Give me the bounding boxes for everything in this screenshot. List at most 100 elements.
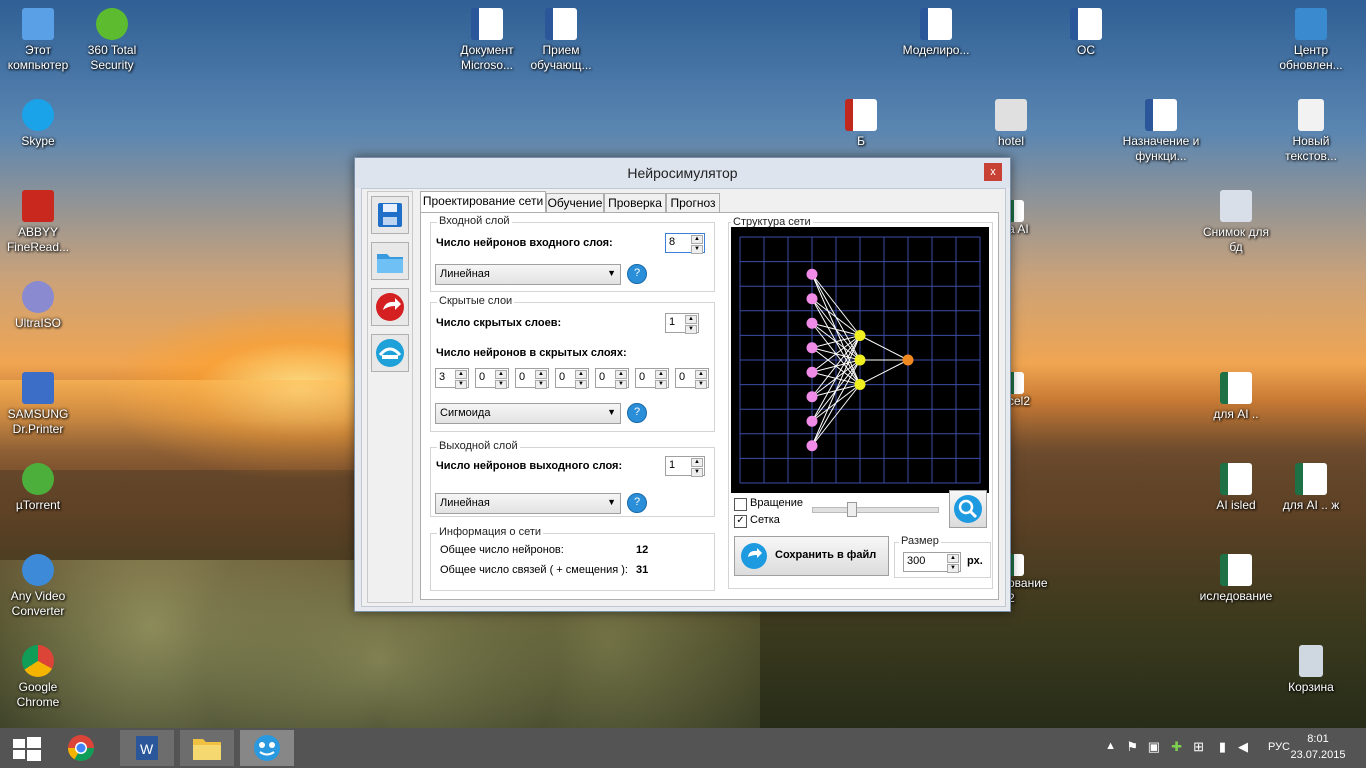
desktop-icon-text[interactable]: Новый текстов... <box>1271 99 1351 164</box>
spin-down-icon[interactable]: ▼ <box>575 380 587 389</box>
desktop-icon-update-center[interactable]: Центр обновлен... <box>1271 8 1351 73</box>
rotation-slider-track[interactable] <box>812 507 939 513</box>
hidden-layer-6-neurons-spinner[interactable]: 0 ▲ ▼ <box>635 368 669 389</box>
hidden-layer-7-neurons-spinner[interactable]: 0 ▲ ▼ <box>675 368 709 389</box>
spin-up-icon[interactable]: ▲ <box>691 235 703 244</box>
desktop-icon-partial-2[interactable]: cel2 <box>1008 372 1038 409</box>
zoom-button[interactable] <box>949 490 987 528</box>
size-spinner[interactable]: 300 ▲ ▼ <box>903 552 961 573</box>
hidden-count-spinner[interactable]: 1 ▲ ▼ <box>665 313 699 334</box>
desktop-icon-abbyy[interactable]: ABBYY FineRead... <box>0 190 78 255</box>
clock-date[interactable]: 23.07.2015 <box>1288 749 1348 761</box>
word-document-icon <box>1145 99 1177 131</box>
desktop-icon-excel4[interactable]: иследование <box>1196 554 1276 604</box>
title-bar[interactable]: Нейросимулятор x <box>355 158 1010 188</box>
desktop-icon-pdf[interactable]: Б <box>821 99 901 149</box>
desktop-icon-excel2[interactable]: AI isled <box>1196 463 1276 513</box>
spin-down-icon[interactable]: ▼ <box>655 380 667 389</box>
spin-down-icon[interactable]: ▼ <box>695 380 707 389</box>
hidden-activation-select[interactable]: Сигмоида ▼ <box>435 403 621 424</box>
input-neurons-spinner[interactable]: 8 ▲ ▼ <box>665 233 705 254</box>
desktop-icon-doc3[interactable]: Моделиро... <box>896 8 976 58</box>
volume-icon[interactable]: ◀ <box>1238 739 1248 755</box>
hidden-layer-1-neurons-spinner[interactable]: 3 ▲ ▼ <box>435 368 469 389</box>
input-activation-select[interactable]: Линейная ▼ <box>435 264 621 285</box>
hidden-activation-help-icon[interactable]: ? <box>627 403 647 423</box>
spin-up-icon[interactable]: ▲ <box>495 370 507 379</box>
spin-up-icon[interactable]: ▲ <box>655 370 667 379</box>
spin-up-icon[interactable]: ▲ <box>695 370 707 379</box>
spin-up-icon[interactable]: ▲ <box>615 370 627 379</box>
desktop-icon-this-pc[interactable]: Этот компьютер <box>0 8 78 73</box>
spin-up-icon[interactable]: ▲ <box>947 554 959 563</box>
spin-up-icon[interactable]: ▲ <box>685 315 697 324</box>
exit-toolbar-button[interactable] <box>371 288 409 326</box>
spin-up-icon[interactable]: ▲ <box>455 370 467 379</box>
spin-up-icon[interactable]: ▲ <box>535 370 547 379</box>
desktop-icon-samsung[interactable]: SAMSUNG Dr.Printer <box>0 372 78 437</box>
desktop-icon-partial-3[interactable]: ование 2 <box>1008 554 1052 606</box>
language-indicator[interactable]: РУС <box>1268 741 1290 753</box>
show-hidden-icons-icon[interactable]: ▲ <box>1105 740 1116 752</box>
taskbar-word[interactable]: W <box>120 730 174 766</box>
spin-down-icon[interactable]: ▼ <box>691 468 703 477</box>
desktop-icon-chrome[interactable]: Google Chrome <box>0 645 78 710</box>
output-neurons-spinner[interactable]: 1 ▲ ▼ <box>665 456 705 477</box>
hidden-layer-3-neurons-spinner[interactable]: 0 ▲ ▼ <box>515 368 549 389</box>
desktop-icon-video-converter[interactable]: Any Video Converter <box>0 554 78 619</box>
input-activation-help-icon[interactable]: ? <box>627 264 647 284</box>
desktop-icon-360[interactable]: 360 Total Security <box>72 8 152 73</box>
rotation-checkbox[interactable] <box>734 498 747 511</box>
battery-icon[interactable]: ▮ <box>1219 739 1226 755</box>
save-to-file-button[interactable]: Сохранить в файл <box>734 536 889 576</box>
save-to-file-label: Сохранить в файл <box>775 549 877 561</box>
tab-check[interactable]: Проверка <box>604 193 666 214</box>
hidden-layer-4-neurons-spinner[interactable]: 0 ▲ ▼ <box>555 368 589 389</box>
taskbar: W ▲ ⚑ ▣ ✚ ⊞ ▮ ◀ РУС 8:01 23.07.2015 <box>0 728 1366 768</box>
output-activation-select[interactable]: Линейная ▼ <box>435 493 621 514</box>
spin-down-icon[interactable]: ▼ <box>535 380 547 389</box>
grid-checkbox[interactable]: ✓ <box>734 515 747 528</box>
tab-forecast[interactable]: Прогноз <box>666 193 720 214</box>
desktop-icon-recycle-bin[interactable]: Корзина <box>1271 645 1351 695</box>
desktop-icon-snapshot[interactable]: Снимок для бд <box>1196 190 1276 255</box>
spin-up-icon[interactable]: ▲ <box>691 458 703 467</box>
desktop-icon-partial-1[interactable]: a AI <box>1008 200 1038 237</box>
desktop-icon-doc1[interactable]: Документ Microso... <box>447 8 527 73</box>
spin-down-icon[interactable]: ▼ <box>455 380 467 389</box>
clock-time[interactable]: 8:01 <box>1288 733 1348 745</box>
spin-down-icon[interactable]: ▼ <box>615 380 627 389</box>
info-toolbar-button[interactable] <box>371 334 409 372</box>
abbyy-icon <box>22 190 54 222</box>
hidden-layer-2-neurons-spinner[interactable]: 0 ▲ ▼ <box>475 368 509 389</box>
flag-icon[interactable]: ⚑ <box>1126 739 1138 755</box>
spin-down-icon[interactable]: ▼ <box>495 380 507 389</box>
desktop-icon-skype[interactable]: Skype <box>0 99 78 149</box>
desktop-icon-doc4[interactable]: Назначение и функци... <box>1121 99 1201 164</box>
desktop-icon-excel3[interactable]: для AI .. ж <box>1271 463 1351 513</box>
spin-down-icon[interactable]: ▼ <box>685 325 697 334</box>
start-button[interactable] <box>0 730 54 766</box>
security-tray-icon[interactable]: ✚ <box>1171 739 1182 755</box>
save-toolbar-button[interactable] <box>371 196 409 234</box>
desktop-icon-os[interactable]: ОС <box>1046 8 1126 58</box>
network-icon[interactable]: ⊞ <box>1193 739 1204 755</box>
tab-training[interactable]: Обучение <box>546 193 604 214</box>
close-button[interactable]: x <box>984 163 1002 181</box>
open-toolbar-button[interactable] <box>371 242 409 280</box>
taskbar-chrome[interactable] <box>54 730 108 766</box>
spin-down-icon[interactable]: ▼ <box>691 245 703 254</box>
desktop-icon-ultraiso[interactable]: UltraISO <box>0 281 78 331</box>
desktop-icon-excel1[interactable]: для AI .. <box>1196 372 1276 422</box>
taskbar-explorer[interactable] <box>180 730 234 766</box>
rotation-slider-thumb[interactable] <box>847 502 857 517</box>
spin-up-icon[interactable]: ▲ <box>575 370 587 379</box>
hidden-layer-5-neurons-spinner[interactable]: 0 ▲ ▼ <box>595 368 629 389</box>
taskbar-neurosimulator[interactable] <box>240 730 294 766</box>
window-icon[interactable]: ▣ <box>1148 739 1160 755</box>
output-activation-help-icon[interactable]: ? <box>627 493 647 513</box>
spin-down-icon[interactable]: ▼ <box>947 564 959 573</box>
desktop-icon-doc2[interactable]: Прием обучающ... <box>521 8 601 73</box>
desktop-icon-hotel[interactable]: hotel <box>971 99 1051 149</box>
desktop-icon-utorrent[interactable]: µTorrent <box>0 463 78 513</box>
